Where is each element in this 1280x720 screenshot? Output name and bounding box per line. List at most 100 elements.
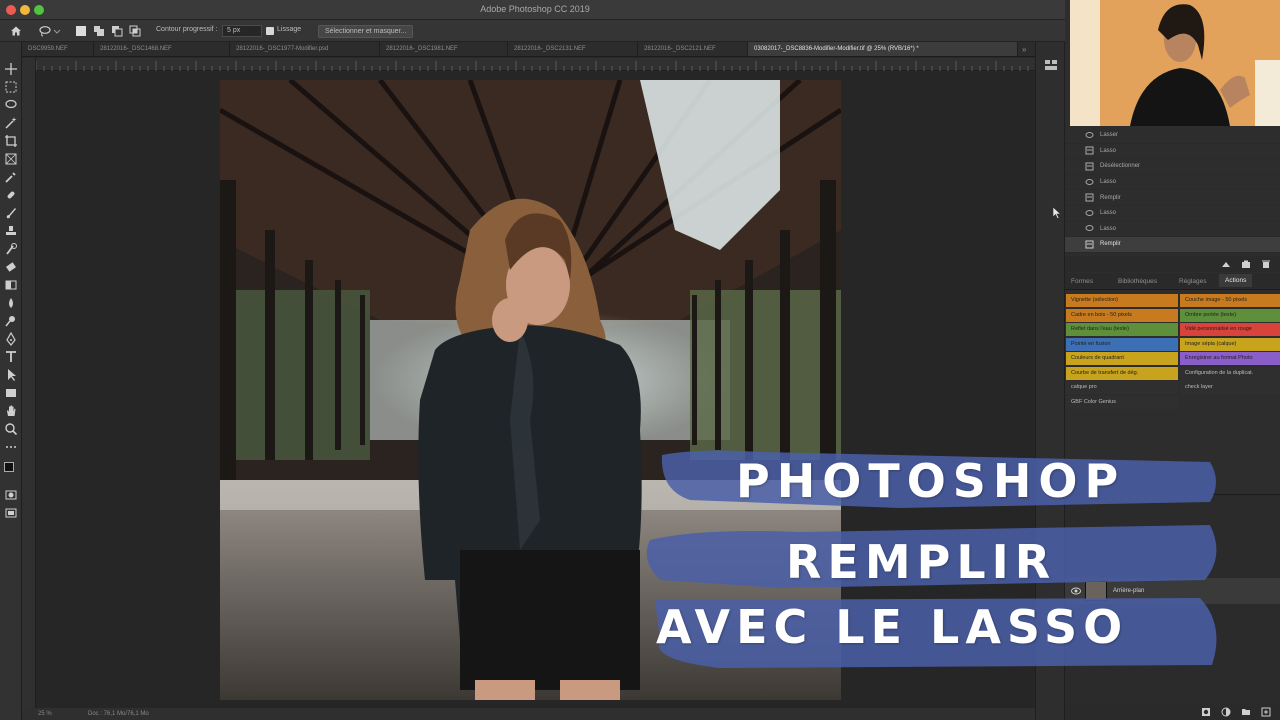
- eye-visibility-icon[interactable]: [1071, 587, 1081, 595]
- document-photo[interactable]: [220, 80, 841, 700]
- action-button-left-8[interactable]: GBF Color Genius: [1066, 395, 1178, 409]
- panel-dock-strip: [1035, 42, 1065, 720]
- properties-panel-icon[interactable]: [1044, 58, 1058, 72]
- tools-panel: [0, 42, 22, 720]
- action-button-right-2[interactable]: Ombre portée (texte): [1180, 308, 1280, 322]
- healing-brush-tool-icon[interactable]: [4, 188, 18, 202]
- eraser-tool-icon[interactable]: [4, 260, 18, 274]
- layer-row-background[interactable]: Arrière-plan: [1065, 578, 1280, 604]
- history-step[interactable]: Lasso: [1065, 144, 1280, 160]
- tabs-overflow-icon[interactable]: »: [1022, 45, 1026, 54]
- rectangle-tool-icon[interactable]: [4, 386, 18, 400]
- gradient-tool-icon[interactable]: [4, 278, 18, 292]
- adjustment-layer-icon[interactable]: [1221, 707, 1231, 717]
- action-button-right-7[interactable]: check layer: [1180, 381, 1280, 394]
- action-button-left-2[interactable]: Cadre en bois - 50 pixels: [1066, 308, 1178, 322]
- new-document-from-state-icon[interactable]: [1221, 259, 1231, 269]
- action-button-left-1[interactable]: Vignette (sélection): [1066, 294, 1178, 307]
- tab-document-1[interactable]: DSC9959.NEF: [22, 42, 94, 56]
- action-button-left-6[interactable]: Courbe de transfert de dég.: [1066, 366, 1178, 380]
- path-selection-tool-icon[interactable]: [4, 368, 18, 382]
- tab-bibliotheques[interactable]: Bibliothèques: [1118, 278, 1157, 285]
- action-button-right-5[interactable]: Enregistrer au format Photo: [1180, 352, 1280, 365]
- snapshot-camera-icon[interactable]: [1241, 259, 1251, 269]
- action-button-right-6[interactable]: Configuration de la duplicat.: [1180, 366, 1280, 380]
- action-button-left-5[interactable]: Couleurs de quadrant: [1066, 352, 1178, 365]
- select-and-mask-button[interactable]: Sélectionner et masquer...: [318, 25, 414, 38]
- frame-tool-icon[interactable]: [4, 152, 18, 166]
- zoom-tool-icon[interactable]: [4, 422, 18, 436]
- history-step[interactable]: Remplir: [1065, 190, 1280, 206]
- delete-state-trash-icon[interactable]: [1261, 259, 1271, 269]
- action-button-left-3[interactable]: Reflet dans l'eau (texte): [1066, 323, 1178, 336]
- tab-document-3[interactable]: 28122016-_DSC1977-Modifier.psd: [230, 42, 380, 56]
- magic-wand-tool-icon[interactable]: [4, 116, 18, 130]
- history-step-label: Remplir: [1100, 194, 1121, 201]
- tab-document-5[interactable]: 28122016-_DSC2131.NEF: [508, 42, 638, 56]
- tab-document-2[interactable]: 28122016-_DSC1468.NEF: [94, 42, 230, 56]
- history-step[interactable]: Lasso: [1065, 175, 1280, 191]
- quick-mask-icon[interactable]: [4, 488, 18, 502]
- photoshop-window: Adobe Photoshop CC 2019 Contour progress…: [0, 0, 1280, 720]
- pen-tool-icon[interactable]: [4, 332, 18, 346]
- tab-document-active[interactable]: 03082017-_DSC8836-Modifier-Modifier.tif …: [748, 42, 1018, 56]
- history-step[interactable]: Lasso: [1065, 222, 1280, 238]
- horizontal-ruler: [35, 58, 1035, 71]
- new-group-folder-icon[interactable]: [1241, 707, 1251, 717]
- clone-stamp-tool-icon[interactable]: [4, 224, 18, 238]
- eyedropper-tool-icon[interactable]: [4, 170, 18, 184]
- crop-tool-icon[interactable]: [4, 134, 18, 148]
- lasso-preset-icon[interactable]: [38, 25, 62, 37]
- lasso-step-icon: [1085, 225, 1094, 232]
- history-step-label: Remplir: [1100, 241, 1121, 248]
- ruler-ticks: [35, 61, 1029, 71]
- add-selection-icon[interactable]: [93, 25, 105, 37]
- dodge-tool-icon[interactable]: [4, 314, 18, 328]
- blur-tool-icon[interactable]: [4, 296, 18, 310]
- lasso-tool-icon[interactable]: [4, 98, 18, 112]
- history-step-label: Lasso: [1100, 147, 1117, 154]
- status-bar: 25 % Doc : 76,1 Mo/76,1 Mo: [22, 708, 1035, 720]
- action-button-left-7[interactable]: calque pro: [1066, 381, 1178, 394]
- action-button-right-3[interactable]: Vidé personnalisé en rouge: [1180, 323, 1280, 336]
- history-step[interactable]: Lasser: [1065, 128, 1280, 144]
- history-brush-tool-icon[interactable]: [4, 242, 18, 256]
- tab-reglages[interactable]: Réglages: [1179, 278, 1206, 285]
- brush-tool-icon[interactable]: [4, 206, 18, 220]
- tab-formes[interactable]: Formes: [1071, 278, 1093, 285]
- layer-name[interactable]: Arrière-plan: [1113, 588, 1144, 594]
- subtract-selection-icon[interactable]: [111, 25, 123, 37]
- new-selection-icon[interactable]: [76, 26, 86, 36]
- document-step-icon: [1085, 240, 1094, 249]
- intersect-selection-icon[interactable]: [129, 25, 141, 37]
- more-tools-icon[interactable]: [4, 440, 18, 454]
- screen-mode-icon[interactable]: [4, 506, 18, 520]
- layers-footer: [1065, 704, 1280, 720]
- marquee-tool-icon[interactable]: [4, 80, 18, 94]
- add-mask-icon[interactable]: [1201, 707, 1211, 717]
- tab-document-4[interactable]: 28122016-_DSC1981.NEF: [380, 42, 508, 56]
- layers-panel: [1065, 494, 1280, 720]
- action-button-right-4[interactable]: Image sépia (calque): [1180, 337, 1280, 351]
- history-step[interactable]: Lasso: [1065, 206, 1280, 222]
- photo-warehouse-portrait: [220, 80, 841, 700]
- history-step-current[interactable]: Remplir: [1065, 237, 1280, 253]
- antialias-checkbox[interactable]: [266, 27, 274, 35]
- lasso-step-icon: [1085, 131, 1094, 138]
- move-tool-icon[interactable]: [4, 62, 18, 76]
- home-icon[interactable]: [10, 25, 22, 37]
- history-step[interactable]: Désélectionner: [1065, 159, 1280, 175]
- feather-input[interactable]: 5 px: [222, 25, 262, 37]
- tab-actions[interactable]: Actions: [1219, 274, 1253, 287]
- document-step-icon: [1085, 162, 1094, 171]
- hand-tool-icon[interactable]: [4, 404, 18, 418]
- new-layer-icon[interactable]: [1261, 707, 1271, 717]
- tab-document-6[interactable]: 28122016-_DSC2121.NEF: [638, 42, 748, 56]
- history-panel: Lasser Lasso Désélectionner Lasso Rempli…: [1065, 128, 1280, 253]
- type-tool-icon[interactable]: [4, 350, 18, 364]
- action-button-right-1[interactable]: Couche image - 50 pixels: [1180, 294, 1280, 307]
- lasso-step-icon: [1085, 178, 1094, 185]
- zoom-level[interactable]: 25 %: [38, 711, 52, 717]
- foreground-color-swatch[interactable]: [4, 462, 14, 472]
- action-button-left-4[interactable]: Pointé en fusion: [1066, 337, 1178, 351]
